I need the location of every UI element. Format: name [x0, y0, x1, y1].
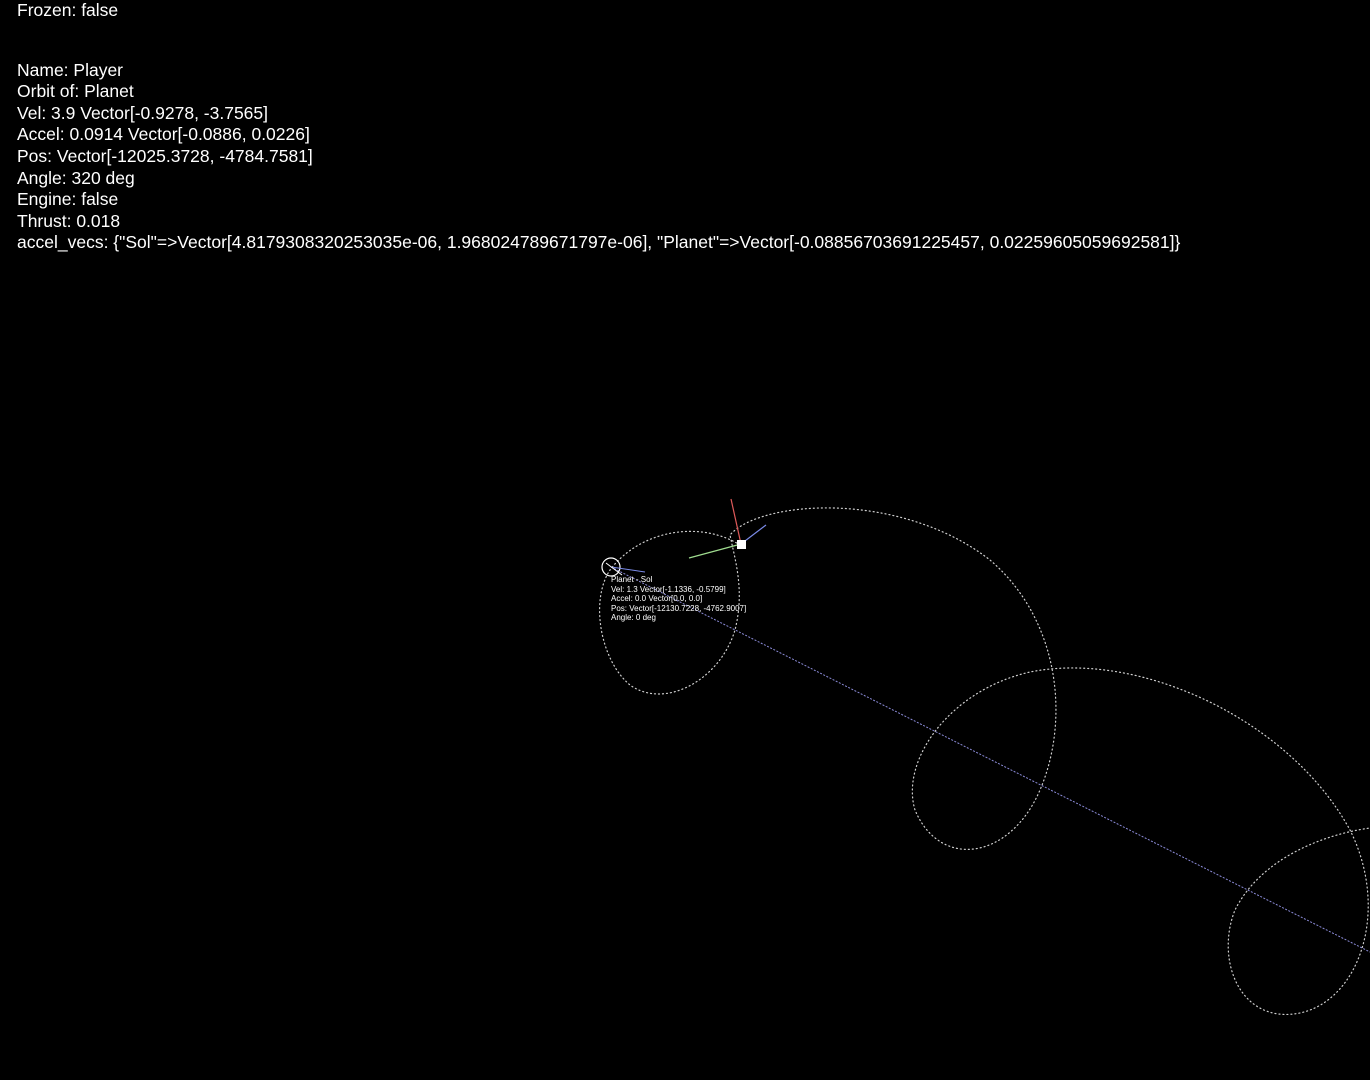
heading-vector — [730, 498, 742, 545]
planet-angle: Angle: 0 deg — [611, 613, 656, 623]
planet-position: Pos: Vector[-12130.7228, -4762.9007] — [611, 603, 747, 613]
velocity-vector — [688, 543, 742, 559]
game-scene[interactable] — [0, 0, 1370, 1080]
sun-direction-line — [610, 566, 1370, 953]
planet-velocity-vector — [610, 566, 646, 573]
planet-info-label: Planet - Sol Vel: 1.3 Vector[-1.1336, -0… — [611, 575, 746, 623]
planet-name: Planet - Sol — [611, 575, 653, 584]
player-ship-icon[interactable] — [737, 540, 746, 549]
planet-acceleration: Accel: 0.0 Vector[0.0, 0.0] — [611, 594, 703, 604]
planet-velocity: Vel: 1.3 Vector[-1.1336, -0.5799] — [611, 584, 726, 594]
